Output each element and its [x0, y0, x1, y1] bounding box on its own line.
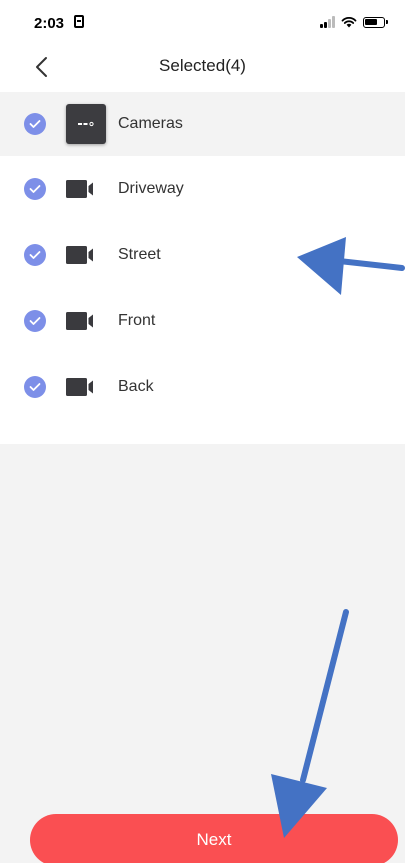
camera-selection-list: Cameras Driveway Street Front Back: [0, 92, 405, 444]
checkbox-checked-icon[interactable]: [24, 244, 46, 266]
channel-row-back[interactable]: Back: [0, 354, 405, 420]
checkbox-checked-icon[interactable]: [24, 310, 46, 332]
channel-row-street[interactable]: Street: [0, 222, 405, 288]
channel-label: Back: [118, 378, 154, 395]
status-bar: 2:03: [0, 0, 405, 42]
camera-icon: [66, 246, 93, 264]
sim-card-icon: [74, 15, 84, 28]
channel-label: Street: [118, 246, 161, 263]
channel-row-driveway[interactable]: Driveway: [0, 156, 405, 222]
nvr-recorder-icon: [66, 104, 106, 144]
channel-label: Driveway: [118, 180, 184, 197]
checkbox-checked-icon[interactable]: [24, 178, 46, 200]
channel-row-front[interactable]: Front: [0, 288, 405, 354]
signal-icon: [320, 16, 335, 28]
next-button[interactable]: Next: [30, 814, 398, 863]
annotation-arrow-next: [271, 609, 349, 838]
camera-icon: [66, 378, 93, 396]
page-title: Selected(4): [159, 56, 246, 75]
channel-label: Front: [118, 312, 156, 329]
checkbox-checked-icon[interactable]: [24, 376, 46, 398]
group-label: Cameras: [118, 115, 183, 132]
wifi-icon: [341, 17, 357, 28]
camera-icon: [66, 180, 93, 198]
status-icons: [320, 14, 388, 28]
app-screen: 2:03 Selected(4) Cameras Driveway Street…: [0, 0, 405, 863]
group-row-cameras[interactable]: Cameras: [0, 92, 405, 156]
status-time: 2:03: [34, 15, 65, 32]
list-bottom-padding: [0, 420, 405, 444]
checkbox-checked-icon[interactable]: [24, 113, 46, 135]
nav-header: Selected(4): [0, 42, 405, 92]
camera-icon: [66, 312, 93, 330]
battery-icon: [363, 17, 388, 28]
